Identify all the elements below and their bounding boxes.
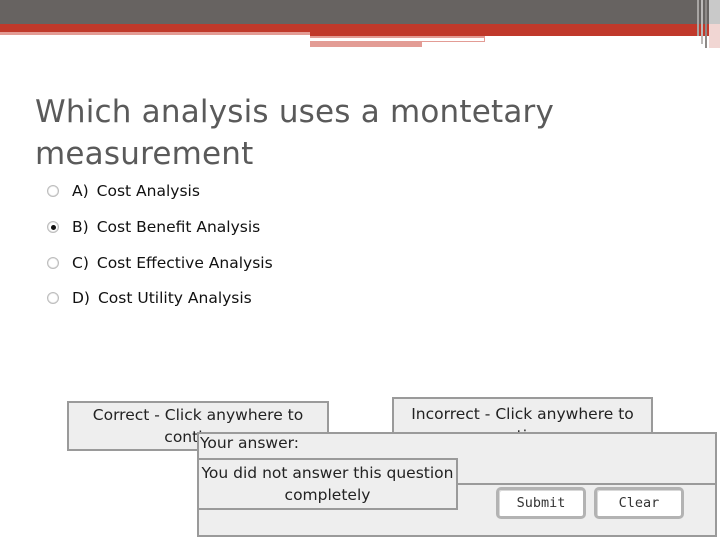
radio-button-icon[interactable] xyxy=(47,185,59,197)
submit-button[interactable]: Submit xyxy=(496,487,586,519)
header-band xyxy=(0,0,720,24)
header-white-line xyxy=(310,38,484,41)
header-accent-stripe-light xyxy=(0,32,310,35)
panel-divider xyxy=(457,483,717,485)
radio-button-selected-icon[interactable] xyxy=(47,221,59,233)
option-label: Cost Utility Analysis xyxy=(97,289,252,307)
radio-button-icon[interactable] xyxy=(47,257,59,269)
option-d[interactable]: D) Cost Utility Analysis xyxy=(47,285,252,311)
option-label: Cost Benefit Analysis xyxy=(96,218,261,236)
option-letter: D) xyxy=(72,289,90,307)
header-corner-decoration xyxy=(697,0,720,48)
incomplete-answer-message: You did not answer this question complet… xyxy=(197,458,458,510)
option-letter: B) xyxy=(72,218,89,236)
question-title: Which analysis uses a montetary measurem… xyxy=(35,94,555,172)
option-a[interactable]: A) Cost Analysis xyxy=(47,178,200,204)
radio-button-icon[interactable] xyxy=(47,292,59,304)
clear-button[interactable]: Clear xyxy=(594,487,684,519)
header-accent-stripe-light-3 xyxy=(310,42,422,47)
option-letter: C) xyxy=(72,254,89,272)
header-accent-stripe xyxy=(0,24,720,32)
option-c[interactable]: C) Cost Effective Analysis xyxy=(47,250,273,276)
option-label: Cost Effective Analysis xyxy=(96,254,273,272)
option-letter: A) xyxy=(72,182,89,200)
your-answer-label: Your answer: xyxy=(200,434,299,452)
option-label: Cost Analysis xyxy=(96,182,200,200)
option-b[interactable]: B) Cost Benefit Analysis xyxy=(47,214,260,240)
